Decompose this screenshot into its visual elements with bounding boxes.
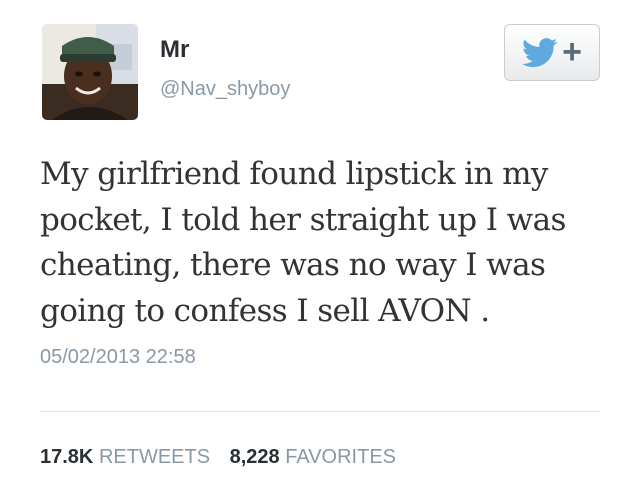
retweets-count: 17.8K — [40, 446, 94, 468]
profile-photo-icon — [42, 24, 138, 120]
plus-icon: + — [562, 32, 582, 71]
favorites-count: 8,228 — [229, 446, 280, 468]
tweet-line: pocket, I told her straight up I was — [40, 201, 566, 238]
tweet-text: My girlfriend found lipstick in my pocke… — [40, 152, 620, 334]
tweet-card: Mr @Nav_shyboy + My girlfriend found lip… — [0, 0, 640, 480]
tweet-line: cheating, there was no way I was — [40, 247, 546, 283]
retweets-stat[interactable]: 17.8K RETWEETS — [40, 446, 216, 468]
timestamp[interactable]: 05/02/2013 22:58 — [40, 346, 196, 369]
avatar[interactable] — [42, 24, 138, 120]
twitter-bird-icon — [522, 37, 558, 67]
username[interactable]: @Nav_shyboy — [160, 76, 290, 102]
divider — [40, 411, 600, 412]
tweet-line: My girlfriend found lipstick in my — [40, 156, 548, 192]
retweets-label: RETWEETS — [98, 446, 211, 468]
favorites-stat[interactable]: 8,228 FAVORITES — [230, 446, 396, 468]
tweet-stats: 17.8K RETWEETS 8,228 FAVORITES — [40, 446, 396, 469]
display-name[interactable]: Mr — [160, 36, 189, 64]
tweet-line: going to confess I sell AVON . — [40, 292, 490, 329]
favorites-label: FAVORITES — [285, 446, 397, 468]
follow-button[interactable]: + — [504, 24, 600, 81]
